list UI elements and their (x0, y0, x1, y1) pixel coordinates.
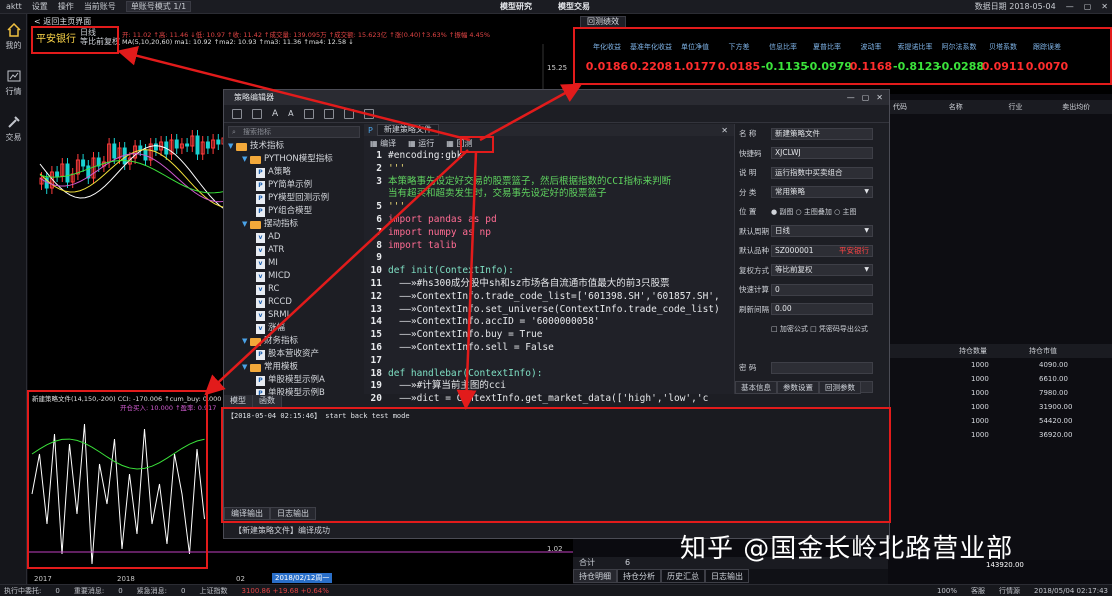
zoom-level[interactable]: 100% (937, 587, 957, 595)
service-link[interactable]: 客服 (971, 586, 985, 596)
index-value: 3100.86 +19.68 +0.64% (241, 586, 329, 595)
status-bar: 执行中委托: 0 重要消息: 0 紧急消息: 0 上证指数 3100.86 +1… (0, 584, 1112, 596)
watermark: 知乎 @国金长岭北路营业部 (680, 534, 1014, 564)
index-name: 上证指数 (199, 586, 228, 595)
quote-source[interactable]: 行情源 (999, 586, 1020, 596)
clock: 2018/05/04 02:17:43 (1033, 586, 1108, 595)
annotation-arrows (117, 45, 583, 410)
